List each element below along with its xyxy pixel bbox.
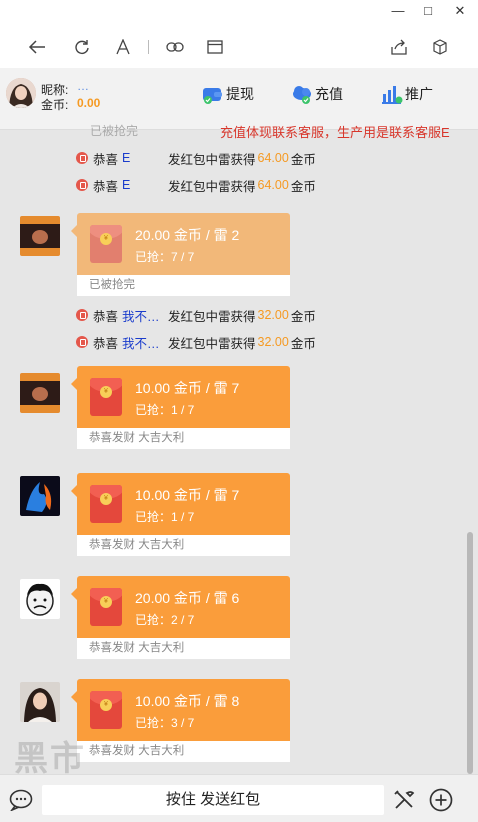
toolbar-divider [148, 40, 149, 54]
bar-chart-icon [382, 86, 403, 104]
user-header: 昵称: … 金币: 0.00 提现 充值 推广 [0, 68, 478, 130]
promote-label: 推广 [405, 86, 433, 102]
red-envelope-icon: ¥ [90, 485, 122, 523]
red-packet-icon [76, 152, 88, 164]
system-message: 恭喜 E 发红包中雷获得 64.00 金币 [76, 149, 316, 167]
withdraw-button[interactable]: 提现 [202, 82, 254, 106]
avatar[interactable] [6, 78, 36, 108]
packet-footer: 恭喜发财 大吉大利 [77, 535, 290, 556]
recharge-label: 充值 [315, 86, 343, 102]
packet-body[interactable]: ¥ 10.00 金币 / 雷 8 已抢：3 / 7 [77, 679, 290, 741]
packet-title: 20.00 金币 / 雷 2 [135, 227, 240, 243]
red-packet-message[interactable]: ¥ 10.00 金币 / 雷 7 已抢：1 / 7 恭喜发财 大吉大利 [71, 366, 290, 449]
cube-icon[interactable] [429, 36, 451, 58]
packet-footer: 恭喜发财 大吉大利 [77, 638, 290, 659]
font-size-icon[interactable] [112, 36, 134, 58]
packet-footer: 恭喜发财 大吉大利 [77, 428, 290, 449]
packet-title: 10.00 金币 / 雷 8 [135, 693, 240, 709]
amount: 64.00 [257, 151, 289, 165]
send-red-packet-button[interactable]: 按住 发送红包 [42, 785, 384, 815]
red-packet-icon [76, 336, 88, 348]
packet-title: 20.00 金币 / 雷 6 [135, 590, 240, 606]
packet-body[interactable]: ¥ 20.00 金币 / 雷 2 已抢：7 / 7 [77, 213, 290, 275]
packet-grabbed: 已抢：1 / 7 [135, 510, 195, 524]
packet-grabbed: 已抢：2 / 7 [135, 613, 195, 627]
recharge-cloud-icon [293, 86, 311, 104]
packet-grabbed: 已抢：1 / 7 [135, 403, 195, 417]
packet-body[interactable]: ¥ 10.00 金币 / 雷 7 已抢：1 / 7 [77, 473, 290, 535]
chat-bubble-icon[interactable] [9, 788, 33, 812]
window-titlebar: — □ ✕ [0, 0, 478, 22]
system-message: 恭喜 我不打… 发红包中雷获得 32.00 金币 [76, 333, 316, 351]
refresh-icon[interactable] [71, 36, 93, 58]
user-name[interactable]: 我不打… [122, 306, 168, 325]
red-packet-icon [76, 309, 88, 321]
nickname-value: … [77, 79, 89, 93]
packet-grabbed: 已抢：7 / 7 [135, 250, 195, 264]
recharge-button[interactable]: 充值 [291, 82, 343, 106]
user-name[interactable]: 我不打… [122, 333, 168, 352]
link-icon[interactable] [164, 36, 186, 58]
packet-footer: 已被抢完 [77, 275, 290, 296]
packet-body[interactable]: ¥ 10.00 金币 / 雷 7 已抢：1 / 7 [77, 366, 290, 428]
red-packet-icon [76, 179, 88, 191]
packet-title: 10.00 金币 / 雷 7 [135, 487, 240, 503]
service-notice: 充值体现联系客服，生产用是联系客服E [220, 125, 450, 140]
coins-value: 0.00 [77, 96, 101, 110]
share-icon[interactable] [388, 36, 410, 58]
red-envelope-icon: ¥ [90, 588, 122, 626]
amount: 64.00 [257, 178, 289, 192]
avatar[interactable] [20, 579, 60, 619]
avatar[interactable] [20, 682, 60, 722]
add-circle-icon[interactable] [429, 788, 453, 812]
avatar[interactable] [20, 476, 60, 516]
coins-label: 金币: [41, 98, 69, 112]
back-arrow-icon[interactable] [26, 36, 48, 58]
red-packet-message[interactable]: ¥ 10.00 金币 / 雷 7 已抢：1 / 7 恭喜发财 大吉大利 [71, 473, 290, 556]
packet-title: 10.00 金币 / 雷 7 [135, 380, 240, 396]
red-envelope-icon: ¥ [90, 691, 122, 729]
user-name[interactable]: E [122, 151, 168, 165]
red-envelope-icon: ¥ [90, 225, 122, 263]
withdraw-label: 提现 [226, 86, 254, 102]
system-message: 恭喜 我不打… 发红包中雷获得 32.00 金币 [76, 306, 316, 324]
promote-button[interactable]: 推广 [381, 82, 433, 106]
system-message: 恭喜 E 发红包中雷获得 64.00 金币 [76, 176, 316, 194]
wallet-icon [203, 88, 222, 104]
amount: 32.00 [257, 335, 289, 349]
red-packet-message[interactable]: ¥ 20.00 金币 / 雷 2 已抢：7 / 7 已被抢完 [71, 213, 290, 296]
clipped-packet-footer: 已被抢完 [90, 124, 139, 138]
packet-grabbed: 已抢：3 / 7 [135, 716, 195, 730]
close-button[interactable]: ✕ [448, 2, 472, 20]
packet-body[interactable]: ¥ 20.00 金币 / 雷 6 已抢：2 / 7 [77, 576, 290, 638]
scrollbar-thumb[interactable] [467, 532, 473, 774]
maximize-button[interactable]: □ [416, 2, 440, 20]
window-icon[interactable] [204, 36, 226, 58]
user-name[interactable]: E [122, 178, 168, 192]
red-packet-message[interactable]: ¥ 20.00 金币 / 雷 6 已抢：2 / 7 恭喜发财 大吉大利 [71, 576, 290, 659]
bottom-input-bar: 按住 发送红包 [0, 774, 478, 822]
minimize-button[interactable]: — [386, 2, 410, 20]
red-envelope-icon: ¥ [90, 378, 122, 416]
tools-icon[interactable] [392, 788, 416, 812]
avatar[interactable] [20, 373, 60, 413]
amount: 32.00 [257, 308, 289, 322]
toolbar [0, 22, 478, 68]
avatar[interactable] [20, 216, 60, 256]
